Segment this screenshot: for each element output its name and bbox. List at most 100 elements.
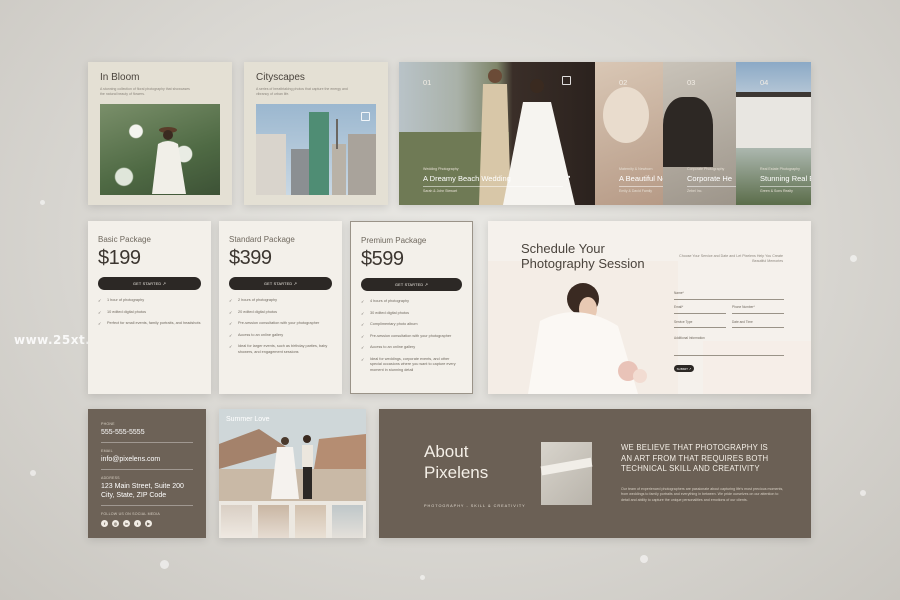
twitter-icon[interactable]: t	[134, 520, 141, 528]
youtube-icon[interactable]: ▶	[145, 520, 152, 528]
arrow-icon[interactable]: ↗	[565, 174, 571, 182]
facebook-icon[interactable]: f	[101, 520, 108, 528]
service-select[interactable]	[674, 327, 726, 328]
feature-item: Ideal for larger events, such as birthda…	[229, 344, 332, 355]
feature-item: Perfect for small events, family portrai…	[98, 321, 201, 327]
expand-icon[interactable]	[361, 112, 370, 121]
feature-item: Ideal for weddings, corporate events, an…	[361, 357, 462, 374]
panel-client: Emily & David Family	[619, 189, 653, 193]
bokeh-dot	[850, 255, 857, 262]
bokeh-dot	[160, 560, 169, 569]
about-title: About Pixelens	[424, 442, 489, 483]
feature-item: 4 hours of photography	[361, 299, 462, 305]
portfolio-panel-2[interactable]: 02 Maternity & Newborn A Beautiful Ne Em…	[595, 62, 663, 205]
about-headline: WE BELIEVE THAT PHOTOGRAPHY IS AN ART FR…	[621, 443, 769, 474]
baby-photo	[603, 87, 649, 143]
summer-love-card[interactable]: Summer Love	[219, 409, 366, 538]
corporate-photo	[663, 97, 713, 167]
thumbnail[interactable]	[295, 505, 326, 538]
gallery-title: Summer Love	[226, 416, 270, 423]
phone-field[interactable]	[732, 313, 784, 314]
email-label: EMAIL	[101, 449, 113, 454]
gallery-description: A series of breathtaking photos that cap…	[256, 87, 348, 96]
date-label: Date and Time	[732, 320, 753, 324]
feature-item: 10 edited digital photos	[98, 310, 201, 316]
panel-divider	[619, 186, 663, 187]
portfolio-panel-1[interactable]: 01 Wedding Photography A Dreamy Beach We…	[399, 62, 595, 205]
panel-number: 02	[619, 78, 628, 87]
feature-item: 20 edited digital photos	[229, 310, 332, 316]
address-label: ADDRESS	[101, 476, 120, 481]
feature-item: Complimentary photo album	[361, 322, 462, 328]
thumbnail[interactable]	[258, 505, 289, 538]
flower-photo	[100, 104, 220, 195]
package-name: Premium Package	[361, 236, 427, 245]
get-started-button[interactable]: GET STARTED ↗	[361, 278, 462, 291]
email-label: Email*	[674, 305, 684, 309]
buildings-graphic	[256, 112, 376, 195]
email-field[interactable]	[674, 313, 726, 314]
lace-photo	[540, 442, 593, 505]
panel-title: A Beautiful Ne	[619, 174, 663, 183]
expand-icon[interactable]	[562, 76, 571, 85]
contact-card: PHONE 555-555-5555 EMAIL info@pixelens.c…	[88, 409, 206, 538]
about-card: About Pixelens PHOTOGRAPHY - SKILL & CRE…	[379, 409, 811, 538]
panel-category: Real Estate Photography	[760, 167, 800, 171]
gallery-card-cityscapes[interactable]: Cityscapes A series of breathtaking phot…	[244, 62, 388, 205]
portfolio-panel-3[interactable]: 03 Corporate Photography Corporate He Ze…	[663, 62, 736, 205]
email-value[interactable]: info@pixelens.com	[101, 455, 193, 464]
thumbnail[interactable]	[332, 505, 363, 538]
bokeh-dot	[40, 200, 45, 205]
panel-client: Green & Sons Realty	[760, 189, 793, 193]
instagram-icon[interactable]: ◎	[112, 520, 119, 528]
gallery-description: A stunning collection of floral photogra…	[100, 87, 190, 96]
panel-number: 04	[760, 78, 769, 87]
bokeh-dot	[420, 575, 425, 580]
date-select[interactable]	[732, 327, 784, 328]
panel-divider	[423, 186, 563, 187]
panel-number: 03	[687, 78, 696, 87]
bokeh-dot	[640, 555, 648, 563]
lace-ribbon	[540, 457, 593, 476]
linkedin-icon[interactable]: in	[123, 520, 130, 528]
panel-divider	[687, 186, 736, 187]
get-started-button[interactable]: GET STARTED ↗	[98, 277, 201, 290]
gallery-card-in-bloom[interactable]: In Bloom A stunning collection of floral…	[88, 62, 232, 205]
schedule-card: Schedule Your Photography Session Choose…	[488, 221, 811, 394]
info-label: Additional Information	[674, 336, 705, 340]
thumbnail[interactable]	[221, 505, 252, 538]
feature-item: Pre-session consultation with your photo…	[229, 321, 332, 327]
panel-title: A Dreamy Beach Wedding	[423, 174, 511, 183]
woman-silhouette-icon	[152, 127, 186, 194]
portfolio-panel-4[interactable]: 04 Real Estate Photography Stunning Real…	[736, 62, 811, 205]
feature-list: 4 hours of photography 30 edited digital…	[361, 299, 462, 373]
info-field[interactable]	[674, 355, 784, 356]
panel-title: Corporate He	[687, 174, 733, 183]
panel-client: Sarah & John Stewart	[423, 189, 458, 193]
package-price: $599	[361, 248, 404, 270]
panel-number: 01	[423, 78, 432, 87]
package-price: $199	[98, 247, 141, 269]
get-started-button[interactable]: GET STARTED ↗	[229, 277, 332, 290]
panel-category: Maternity & Newborn	[619, 167, 653, 171]
pricing-card-standard: Standard Package $399 GET STARTED ↗ 2 ho…	[219, 221, 342, 394]
house-photo	[736, 92, 811, 148]
divider	[101, 442, 193, 444]
name-field[interactable]	[674, 299, 784, 300]
feature-item: 1 hour of photography	[98, 298, 201, 304]
bokeh-dot	[860, 490, 866, 496]
gallery-title: Cityscapes	[256, 72, 305, 83]
feature-item: Access to an online gallery	[361, 345, 462, 351]
panel-title: Stunning Real E	[760, 174, 811, 183]
feature-list: 1 hour of photography 10 edited digital …	[98, 298, 201, 327]
feature-item: 30 edited digital photos	[361, 311, 462, 317]
package-name: Basic Package	[98, 235, 151, 244]
divider	[101, 469, 193, 471]
panel-category: Corporate Photography	[687, 167, 725, 171]
panel-category: Wedding Photography	[423, 167, 459, 171]
portfolio-strip: 01 Wedding Photography A Dreamy Beach We…	[399, 62, 811, 205]
submit-button[interactable]: SUBMIT ↗	[674, 365, 694, 372]
name-label: Name*	[674, 291, 684, 295]
phone-value[interactable]: 555-555-5555	[101, 428, 193, 437]
divider	[101, 505, 193, 507]
